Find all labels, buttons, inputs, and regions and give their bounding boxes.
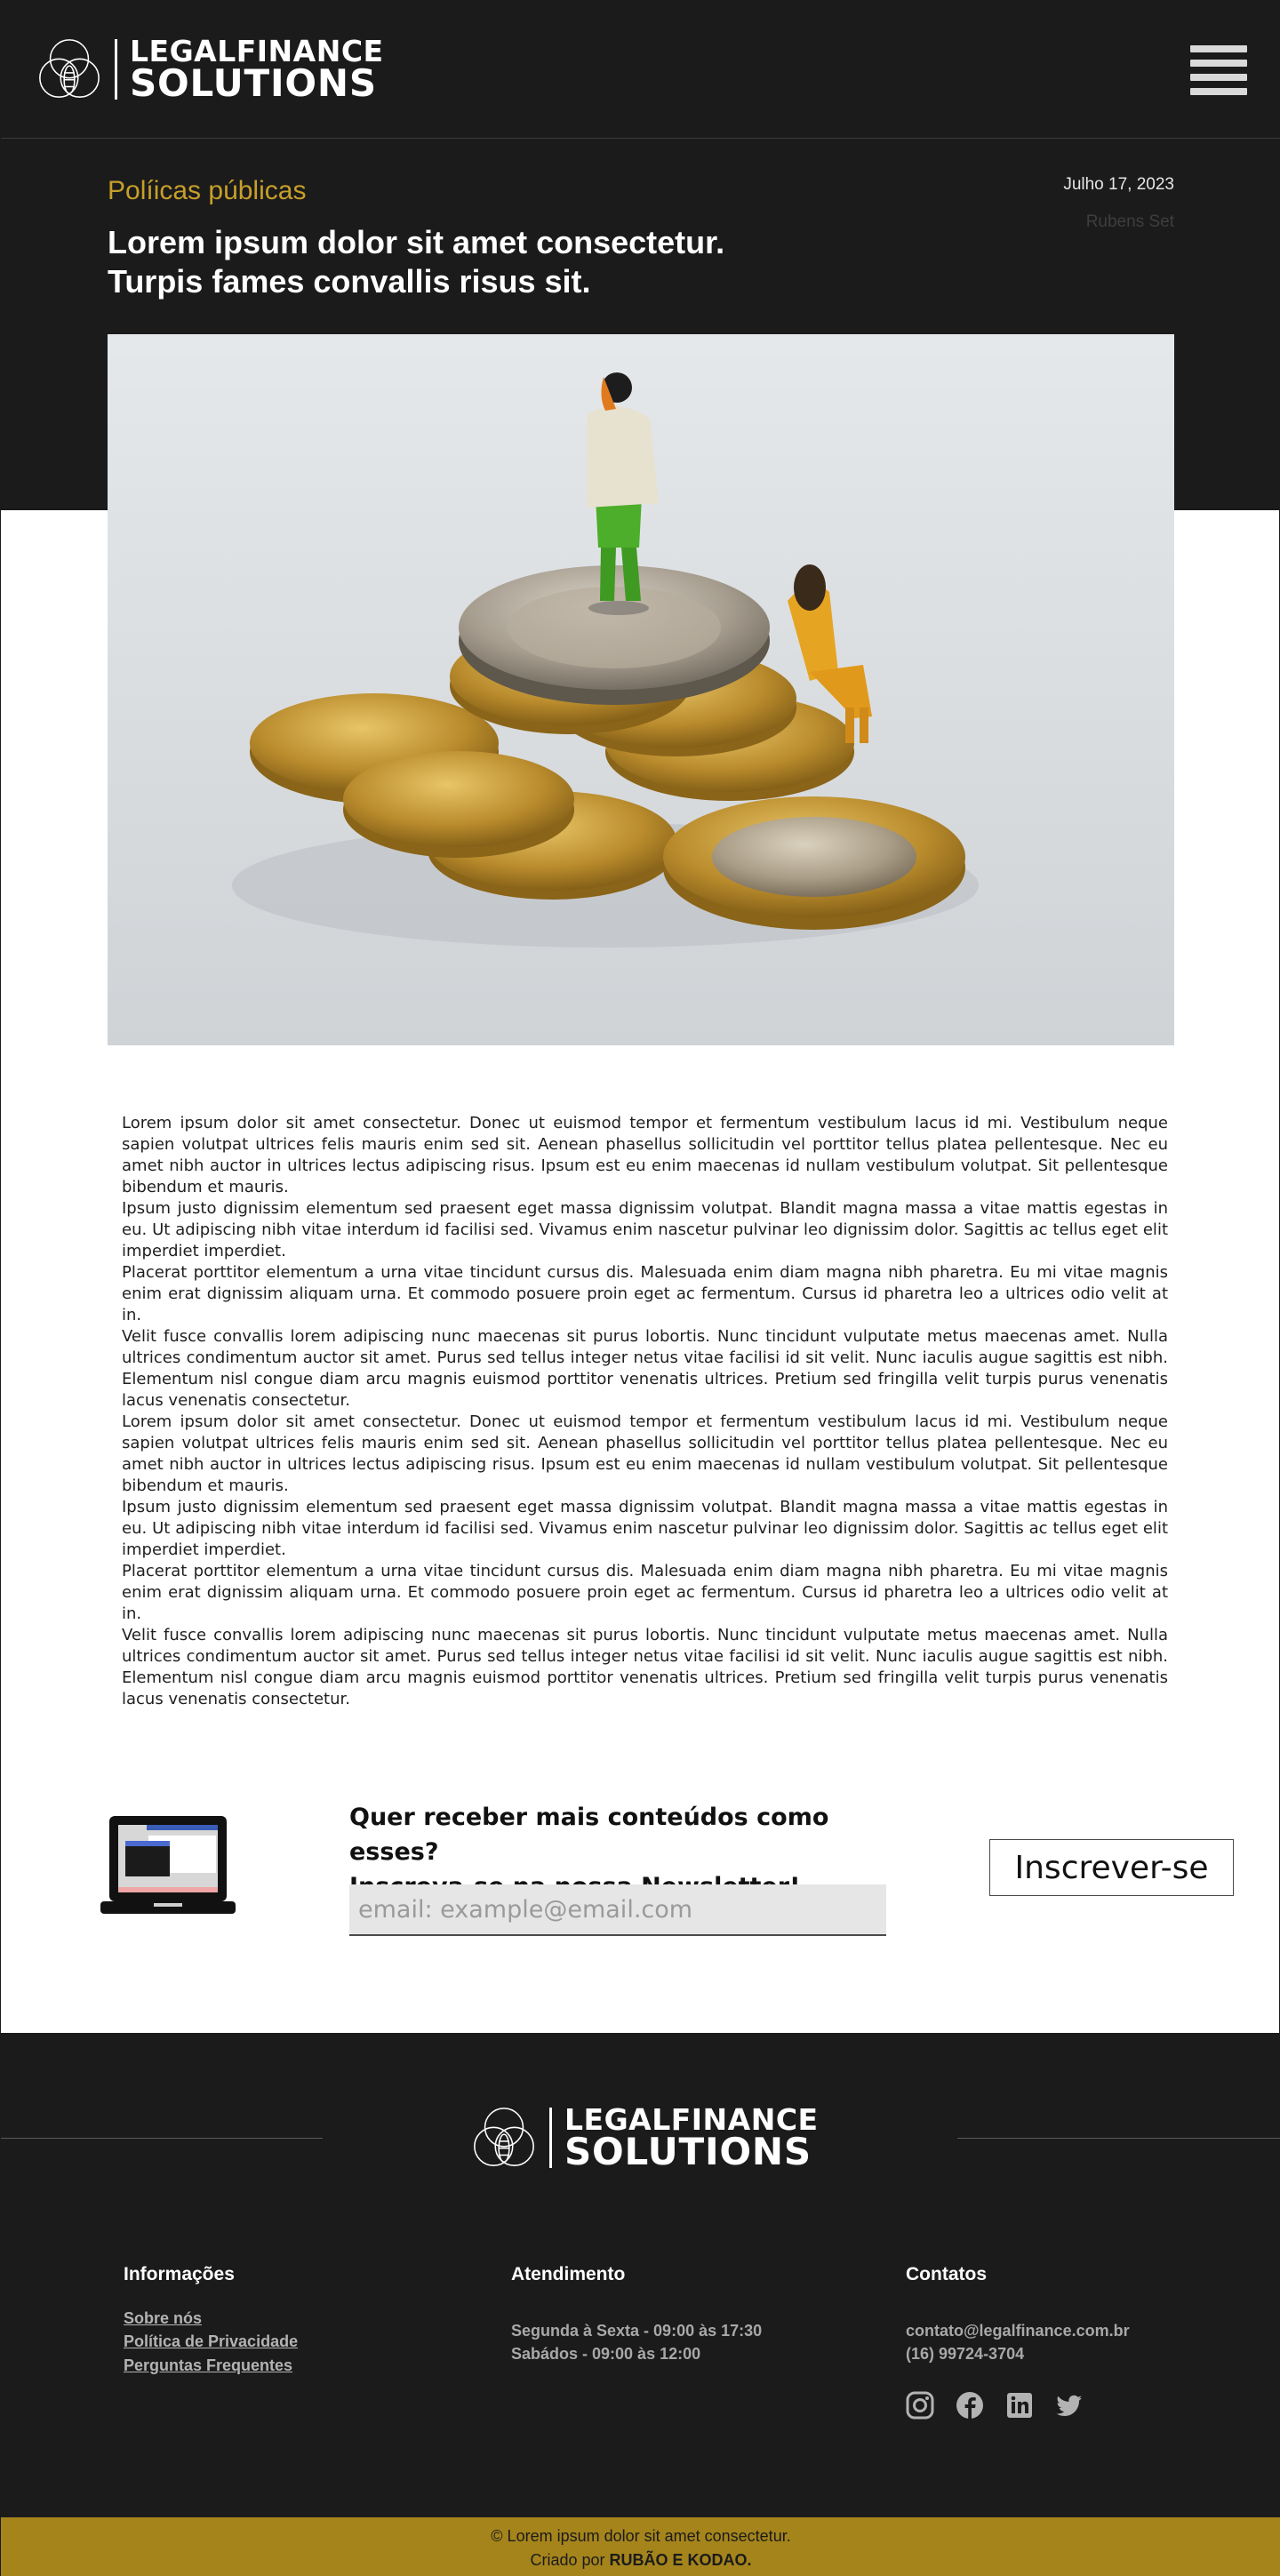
article-paragraph: Placerat porttitor elementum a urna vita… [122, 1562, 1168, 1623]
brand-logo[interactable]: LEGALFINANCE SOLUTIONS [35, 35, 384, 104]
laptop-icon [100, 1816, 236, 1914]
article-paragraph: Lorem ipsum dolor sit amet consectetur. … [122, 1412, 1168, 1495]
article-author: Rubens Set [1085, 212, 1174, 231]
logo-word-2: SOLUTIONS [130, 60, 377, 105]
article-paragraph: Lorem ipsum dolor sit amet consectetur. … [122, 1114, 1168, 1196]
article-category[interactable]: Políicas públicas [108, 176, 306, 206]
bottom-bar: © Lorem ipsum dolor sit amet consectetur… [1, 2517, 1280, 2576]
twitter-icon[interactable] [1054, 2390, 1084, 2420]
facebook-icon[interactable] [955, 2390, 985, 2420]
article-paragraph: Velit fusce convallis lorem adipiscing n… [122, 1626, 1168, 1708]
logo-divider [115, 39, 117, 100]
logo-wordmark: LEGALFINANCE SOLUTIONS [564, 2105, 819, 2173]
footer-link-faq[interactable]: Perguntas Frequentes [124, 2356, 292, 2375]
article-title-line-2: Turpis fames convallis risus sit. [108, 263, 591, 300]
article-body: Lorem ipsum dolor sit amet consectetur. … [122, 1113, 1168, 1710]
logo-divider [549, 2108, 552, 2168]
newsletter-heading-line-1: Quer receber mais conteúdos como esses? [349, 1804, 829, 1866]
footer-link-privacy[interactable]: Política de Privacidade [124, 2332, 298, 2351]
subscribe-button[interactable]: Inscrever-se [989, 1839, 1234, 1896]
footer-service-weekdays: Segunda à Sexta - 09:00 às 17:30 [511, 2322, 763, 2340]
credit-line: Criado por RUBÃO E KODAO. [1, 2551, 1280, 2570]
footer-rule-right [957, 2138, 1280, 2139]
logo-mark-icon [39, 39, 100, 98]
logo-mark-icon [474, 2108, 534, 2166]
logo-word-2: SOLUTIONS [564, 2129, 812, 2173]
footer-service-title: Atendimento [511, 2264, 626, 2284]
article-title-line-1: Lorem ipsum dolor sit amet consectetur. [108, 224, 725, 260]
footer-service-saturday: Sabádos - 09:00 às 12:00 [511, 2345, 701, 2363]
footer-rule-left [1, 2138, 323, 2139]
article-paragraph: Ipsum justo dignissim elementum sed prae… [122, 1199, 1168, 1260]
article-paragraph: Placerat porttitor elementum a urna vita… [122, 1263, 1168, 1324]
footer-contact-email[interactable]: contato@legalfinance.com.br [906, 2322, 1130, 2340]
instagram-icon[interactable] [905, 2390, 935, 2420]
article-paragraph: Velit fusce convallis lorem adipiscing n… [122, 1327, 1168, 1410]
article-title: Lorem ipsum dolor sit amet consectetur. … [108, 223, 908, 301]
newsletter-email-input[interactable] [349, 1884, 886, 1936]
footer-brand-logo[interactable]: LEGALFINANCE SOLUTIONS [469, 2103, 819, 2172]
copyright-text: © Lorem ipsum dolor sit amet consectetur… [491, 2527, 791, 2545]
footer-contact-phone[interactable]: (16) 99724-3704 [906, 2345, 1024, 2364]
footer-contact-title: Contatos [906, 2264, 987, 2284]
logo-wordmark: LEGALFINANCE SOLUTIONS [130, 36, 384, 105]
linkedin-icon[interactable] [1004, 2390, 1035, 2420]
article-date: Julho 17, 2023 [1063, 175, 1174, 194]
menu-icon[interactable] [1190, 45, 1247, 95]
article-paragraph: Ipsum justo dignissim elementum sed prae… [122, 1498, 1168, 1559]
credit-names: RUBÃO E KODAO. [609, 2551, 752, 2569]
credit-prefix: Criado por [530, 2551, 610, 2569]
site-header: LEGALFINANCE SOLUTIONS [1, 1, 1280, 139]
article-hero-image [108, 334, 1174, 1045]
footer-link-about[interactable]: Sobre nós [124, 2309, 202, 2328]
footer-info-title: Informações [124, 2264, 235, 2284]
